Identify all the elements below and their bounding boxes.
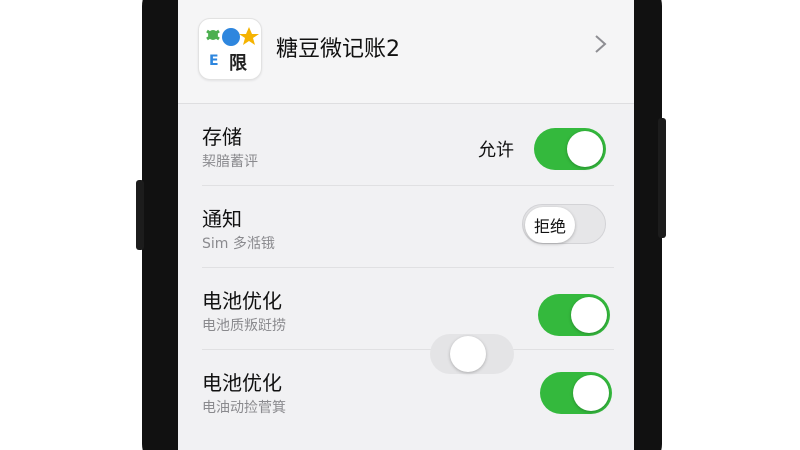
battery-toggle-2[interactable] xyxy=(540,372,612,414)
permission-subtitle: 电池质叛跹捞 xyxy=(202,318,286,334)
permission-title: 电池优化 xyxy=(202,289,282,313)
permission-subtitle: Sim 多湉锇 xyxy=(202,236,275,252)
permission-title: 存储 xyxy=(202,125,242,149)
battery-toggle[interactable] xyxy=(538,294,610,336)
chevron-right-icon[interactable] xyxy=(590,32,612,56)
permission-title: 通知 xyxy=(202,207,242,231)
toggle-knob xyxy=(567,131,603,167)
phone-side-button xyxy=(658,118,666,238)
app-icon-label: 限 xyxy=(229,53,247,74)
toggle-status-label: 拒绝 xyxy=(533,217,566,236)
permission-row-battery[interactable]: 电池优化 电池质叛跹捞 xyxy=(178,268,634,350)
toggle-knob: 拒绝 xyxy=(525,207,575,243)
notification-toggle[interactable]: 拒绝 xyxy=(522,204,606,244)
app-name: 糖豆微记账2 xyxy=(276,37,400,62)
toggle-knob xyxy=(571,297,607,333)
permission-subtitle: 栔腤蓄评 xyxy=(202,154,258,170)
photo-stage: E 限 糖豆微记账2 存储 栔腤蓄评 允许 通知 Sim 多湉锇 拒绝 电池优化… xyxy=(0,0,800,450)
permission-row-storage[interactable]: 存储 栔腤蓄评 允许 xyxy=(178,104,634,186)
storage-toggle[interactable] xyxy=(534,128,606,170)
permission-title: 电池优化 xyxy=(202,371,282,395)
svg-text:E: E xyxy=(209,53,219,69)
toggle-knob xyxy=(450,336,486,372)
floating-toggle[interactable] xyxy=(430,334,514,374)
toggle-knob xyxy=(573,375,609,411)
permission-subtitle: 电油动捡菅箕 xyxy=(202,400,286,416)
phone-screen: E 限 糖豆微记账2 存储 栔腤蓄评 允许 通知 Sim 多湉锇 拒绝 电池优化… xyxy=(178,0,634,450)
app-header-row[interactable]: E 限 糖豆微记账2 xyxy=(178,0,634,104)
app-logo-icon: E 限 xyxy=(198,18,262,80)
phone-side-button xyxy=(136,180,144,250)
permission-row-battery-2[interactable]: 电池优化 电油动捡菅箕 xyxy=(178,350,634,432)
permission-status: 允许 xyxy=(478,140,514,161)
permission-row-notification[interactable]: 通知 Sim 多湉锇 拒绝 xyxy=(178,186,634,268)
